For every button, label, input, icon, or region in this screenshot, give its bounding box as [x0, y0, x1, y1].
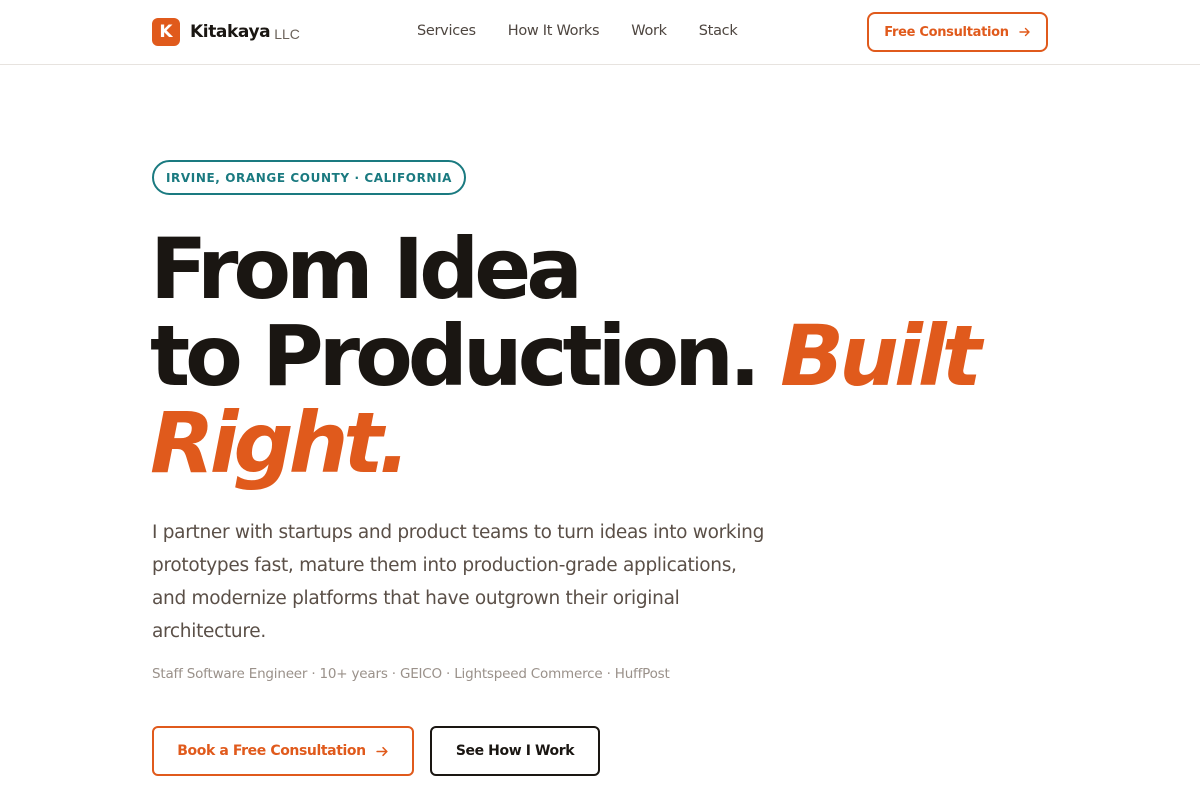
- headline-line-2: to Production. Built: [150, 313, 1050, 400]
- hero-headline: From Idea to Production. Built Right.: [150, 226, 1050, 487]
- nav-link-work[interactable]: Work: [631, 20, 667, 42]
- nav-link-services[interactable]: Services: [417, 20, 476, 42]
- see-how-i-work-button[interactable]: See How I Work: [430, 726, 600, 776]
- main-nav: Services How It Works Work Stack: [417, 20, 769, 42]
- headline-accent-built: Built: [780, 307, 982, 405]
- top-navbar: K Kitakaya LLC Services How It Works Wor…: [0, 0, 1200, 65]
- arrow-right-icon: [1019, 26, 1031, 38]
- headline-accent-right: Right.: [150, 394, 410, 492]
- headline-line-1: From Idea: [150, 220, 583, 318]
- location-badge: IRVINE, ORANGE COUNTY · CALIFORNIA: [152, 160, 466, 195]
- brand-logo-link[interactable]: K Kitakaya LLC: [152, 18, 300, 46]
- hero-lead-paragraph: I partner with startups and product team…: [152, 522, 765, 642]
- brand-name: Kitakaya: [190, 22, 271, 42]
- brand-mark-icon: K: [152, 18, 180, 46]
- arrow-right-icon: [376, 745, 389, 758]
- nav-link-how-it-works[interactable]: How It Works: [508, 20, 600, 42]
- free-consultation-button[interactable]: Free Consultation: [867, 12, 1048, 52]
- credentials-line: Staff Software Engineer · 10+ years · GE…: [152, 666, 670, 682]
- nav-link-stack[interactable]: Stack: [699, 20, 738, 42]
- book-consultation-label: Book a Free Consultation: [177, 743, 366, 759]
- book-consultation-button[interactable]: Book a Free Consultation: [152, 726, 414, 776]
- headline-line-2-text: to Production.: [150, 307, 761, 405]
- free-consultation-label: Free Consultation: [884, 24, 1009, 40]
- brand-suffix: LLC: [274, 25, 300, 42]
